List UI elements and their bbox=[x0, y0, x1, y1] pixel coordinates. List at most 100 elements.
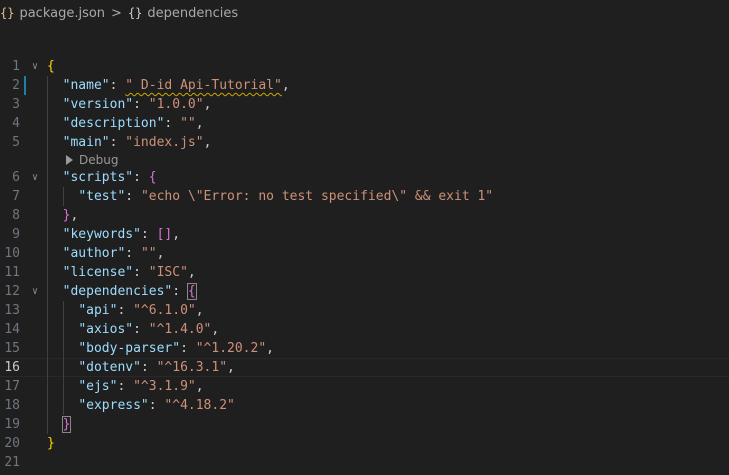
line-number: 4 bbox=[12, 116, 20, 131]
code-token: , bbox=[70, 208, 79, 223]
code-token: , bbox=[195, 303, 204, 318]
line-text: "test": "echo \"Error: no test specified… bbox=[47, 187, 493, 206]
code-token: "^1.20.2" bbox=[195, 341, 267, 356]
line-text: "version": "1.0.0", bbox=[47, 95, 212, 114]
line-text: { bbox=[47, 57, 55, 76]
code-token: [] bbox=[156, 227, 173, 242]
line-number: 17 bbox=[4, 379, 20, 394]
code-token: "" bbox=[180, 116, 196, 131]
code-token: , bbox=[156, 246, 165, 261]
code-line[interactable]: 2 "name": " D-id Api-Tutorial", bbox=[0, 76, 729, 95]
breadcrumb-file[interactable]: package.json bbox=[19, 6, 105, 21]
breadcrumb-symbol[interactable]: dependencies bbox=[147, 6, 238, 21]
code-line[interactable]: 11 "license": "ISC", bbox=[0, 263, 729, 282]
code-line[interactable]: 21 bbox=[0, 453, 729, 472]
fold-chevron-icon[interactable]: ∨ bbox=[28, 282, 42, 301]
line-number: 13 bbox=[4, 303, 20, 318]
line-number: 8 bbox=[12, 208, 20, 223]
code-token: "1.0.0" bbox=[148, 97, 204, 112]
code-token: , bbox=[227, 360, 235, 375]
code-token: "" bbox=[140, 246, 157, 261]
object-symbol-icon: {} bbox=[127, 6, 143, 20]
code-token: : bbox=[180, 341, 196, 356]
code-line[interactable]: 10 "author": "", bbox=[0, 244, 729, 263]
code-token: "^4.18.2" bbox=[164, 398, 235, 413]
code-line[interactable]: 17 "ejs": "^3.1.9", bbox=[0, 377, 729, 396]
code-token: "license" bbox=[62, 265, 134, 280]
code-line[interactable]: 13 "api": "^6.1.0", bbox=[0, 301, 729, 320]
codelens-debug[interactable]: Debug bbox=[0, 152, 729, 168]
line-number: 20 bbox=[4, 436, 20, 451]
json-file-icon: {} bbox=[0, 6, 15, 20]
code-token: "name" bbox=[62, 78, 110, 93]
line-number: 1 bbox=[12, 59, 20, 74]
code-token: : bbox=[133, 265, 149, 280]
line-number: 3 bbox=[12, 97, 20, 112]
line-number: 19 bbox=[4, 417, 20, 432]
indent-guide bbox=[63, 301, 64, 415]
code-token: "api" bbox=[78, 303, 118, 318]
code-token: " D-id Api-Tutorial" bbox=[125, 78, 282, 93]
line-text: "keywords": [], bbox=[47, 225, 180, 244]
line-text: "body-parser": "^1.20.2", bbox=[47, 339, 274, 358]
code-token: , bbox=[281, 78, 290, 93]
fold-chevron-icon[interactable]: ∨ bbox=[28, 168, 42, 187]
code-line[interactable]: 14 "axios": "^1.4.0", bbox=[0, 320, 729, 339]
code-token: : bbox=[125, 189, 141, 204]
code-line[interactable]: 8 }, bbox=[0, 206, 729, 225]
code-line[interactable]: 1 ∨ { bbox=[0, 57, 729, 76]
line-text: "main": "index.js", bbox=[47, 133, 212, 152]
line-number: 16 bbox=[4, 360, 20, 375]
code-line[interactable]: 12 ∨ "dependencies": { bbox=[0, 282, 729, 301]
code-line[interactable]: 6 ∨ "scripts": { bbox=[0, 168, 729, 187]
line-text: "author": "", bbox=[47, 244, 165, 263]
line-number: 6 bbox=[12, 170, 20, 185]
code-line[interactable]: 9 "keywords": [], bbox=[0, 225, 729, 244]
line-number: 7 bbox=[12, 189, 20, 204]
line-number: 18 bbox=[4, 398, 20, 413]
code-editor[interactable]: {} package.json > {} dependencies 1 ∨ {2 "… bbox=[0, 0, 729, 475]
code-token: : bbox=[172, 284, 188, 299]
line-text: } bbox=[47, 434, 55, 453]
code-token: , bbox=[195, 379, 204, 394]
code-line[interactable]: 15 "body-parser": "^1.20.2", bbox=[0, 339, 729, 358]
code-token: "^3.1.9" bbox=[133, 379, 196, 394]
code-token: { bbox=[47, 59, 55, 74]
code-token: "version" bbox=[62, 97, 134, 112]
line-number: 10 bbox=[4, 246, 20, 261]
code-token: "dotenv" bbox=[78, 360, 141, 375]
code-line[interactable]: 4 "description": "", bbox=[0, 114, 729, 133]
code-line[interactable]: 5 "main": "index.js", bbox=[0, 133, 729, 152]
code-token: : bbox=[148, 398, 165, 413]
code-token: "express" bbox=[78, 398, 149, 413]
play-icon bbox=[66, 155, 73, 165]
fold-chevron-icon[interactable]: ∨ bbox=[28, 57, 42, 76]
code-token: : bbox=[133, 170, 149, 185]
code-token: "keywords" bbox=[62, 227, 141, 242]
code-token: : bbox=[140, 227, 157, 242]
code-token: "^16.3.1" bbox=[156, 360, 228, 375]
code-area[interactable]: 1 ∨{2 "name": " D-id Api-Tutorial", 3 "ver… bbox=[0, 57, 729, 472]
code-line[interactable]: 18 "express": "^4.18.2" bbox=[0, 396, 729, 415]
code-token: "dependencies" bbox=[62, 284, 173, 299]
code-line[interactable]: 7 "test": "echo \"Error: no test specifi… bbox=[0, 187, 729, 206]
code-token: "scripts" bbox=[62, 170, 134, 185]
code-line[interactable]: 20} bbox=[0, 434, 729, 453]
codelens-debug-label[interactable]: Debug bbox=[79, 152, 118, 168]
line-number: 21 bbox=[4, 455, 20, 470]
code-token: "author" bbox=[62, 246, 126, 261]
code-token: "ejs" bbox=[78, 379, 118, 394]
line-text: "api": "^6.1.0", bbox=[47, 301, 204, 320]
code-line[interactable]: 19 } bbox=[0, 415, 729, 434]
code-line[interactable]: 16 "dotenv": "^16.3.1", bbox=[0, 358, 729, 377]
code-token: , bbox=[195, 116, 204, 131]
code-token: , bbox=[203, 97, 212, 112]
code-line[interactable]: 3 "version": "1.0.0", bbox=[0, 95, 729, 114]
code-token: : bbox=[164, 116, 181, 131]
code-token: , bbox=[211, 322, 220, 337]
